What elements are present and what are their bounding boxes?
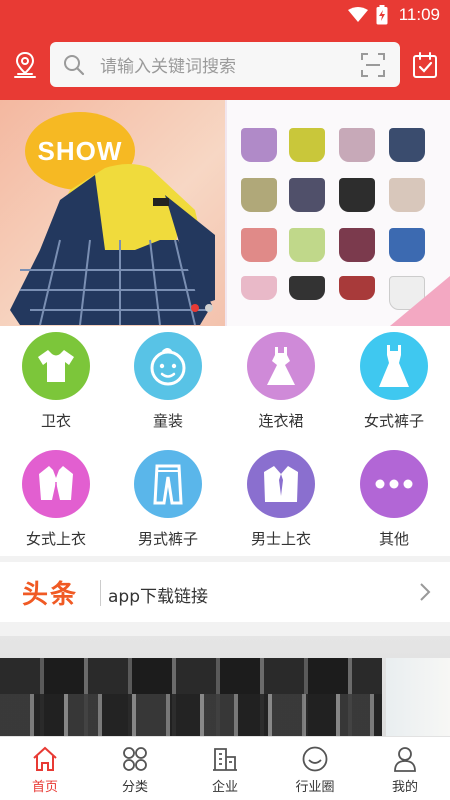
- tab-label: 我的: [391, 780, 418, 795]
- more-icon: [360, 450, 428, 518]
- garment-thumb: [241, 228, 277, 262]
- showroom-wall: [386, 658, 450, 736]
- category-item[interactable]: 卫衣: [0, 326, 112, 436]
- circle-icon: [302, 746, 328, 772]
- category-label: 其他: [378, 530, 409, 548]
- search-bar[interactable]: 请输入关键词搜索: [50, 42, 400, 87]
- status-time: 11:09: [398, 5, 440, 24]
- tab-label: 行业圈: [295, 780, 335, 795]
- garment-thumb: [289, 276, 325, 300]
- app-header: 请输入关键词搜索: [0, 30, 450, 100]
- tab-industry-circle[interactable]: 行业圈: [270, 737, 360, 800]
- carousel-dot[interactable]: [205, 304, 213, 312]
- garment-thumb: [389, 128, 425, 162]
- pants-icon: [134, 450, 202, 518]
- category-item[interactable]: 童装: [112, 326, 224, 436]
- photo-wall-lower: [0, 694, 382, 736]
- bottom-tab-bar: 首页 分类 企业 行业圈 我的: [0, 736, 450, 800]
- garment-thumb: [289, 128, 325, 162]
- category-label: 卫衣: [40, 412, 71, 430]
- category-label: 连衣裙: [258, 412, 304, 430]
- garment-thumb: [339, 128, 375, 162]
- category-item[interactable]: 女式上衣: [0, 444, 112, 554]
- news-ticker[interactable]: 头条 app下载链接: [0, 562, 450, 622]
- tab-category[interactable]: 分类: [90, 737, 180, 800]
- garment-thumb: [241, 128, 277, 162]
- tab-label: 首页: [31, 780, 58, 795]
- divider: [100, 580, 101, 606]
- search-input[interactable]: 请输入关键词搜索: [100, 52, 360, 77]
- mens-shirt-icon: [247, 450, 315, 518]
- carousel-dot[interactable]: [191, 304, 199, 312]
- tab-label: 分类: [121, 780, 148, 795]
- news-headline[interactable]: app下载链接: [108, 582, 208, 607]
- category-icon: [123, 747, 147, 771]
- dress-icon: [247, 332, 315, 400]
- tab-enterprise[interactable]: 企业: [180, 737, 270, 800]
- wifi-icon: [348, 7, 368, 22]
- garment-thumb: [339, 178, 375, 212]
- womens-jacket-icon: [22, 450, 90, 518]
- headline-logo: 头条: [22, 580, 79, 610]
- scan-icon[interactable]: [360, 52, 386, 78]
- location-pin-icon[interactable]: [10, 50, 40, 80]
- category-item[interactable]: 连衣裙: [225, 326, 337, 436]
- tab-profile[interactable]: 我的: [360, 737, 450, 800]
- tshirt-icon: [22, 332, 90, 400]
- garment-thumb: [339, 276, 375, 300]
- category-label: 童装: [152, 412, 183, 430]
- garment-thumb: [241, 178, 277, 212]
- category-label: 男式裤子: [137, 530, 198, 548]
- category-item[interactable]: 男式裤子: [112, 444, 224, 554]
- banner-image-garments: [225, 100, 450, 326]
- enterprise-icon: [213, 748, 237, 771]
- garment-thumb: [339, 228, 375, 262]
- category-grid: 卫衣 童装 连衣裙 女式裤子 女式上衣 男式裤子 男士上衣 其他: [0, 326, 450, 556]
- feature-image[interactable]: [0, 636, 450, 736]
- garment-thumb: [289, 178, 325, 212]
- category-label: 男士上衣: [250, 530, 311, 548]
- status-icons: [348, 5, 388, 25]
- home-icon: [33, 746, 57, 771]
- girls-dress-illustration: [10, 164, 215, 326]
- garment-thumb: [241, 276, 277, 300]
- battery-charging-icon: [376, 5, 388, 25]
- pink-corner-decoration: [390, 276, 450, 326]
- profile-icon: [394, 747, 416, 772]
- banner-image-show: SHOW: [0, 100, 225, 326]
- garment-thumb: [389, 178, 425, 212]
- baby-face-icon: [134, 332, 202, 400]
- chevron-right-icon[interactable]: [418, 582, 432, 602]
- banner-carousel[interactable]: SHOW: [0, 100, 450, 326]
- category-item[interactable]: 男士上衣: [225, 444, 337, 554]
- search-icon: [64, 54, 85, 75]
- category-item[interactable]: 其他: [338, 444, 450, 554]
- calendar-check-icon[interactable]: [410, 50, 440, 80]
- tab-home[interactable]: 首页: [0, 737, 90, 800]
- category-label: 女式上衣: [25, 530, 86, 548]
- category-label: 女式裤子: [363, 412, 424, 430]
- garment-thumb: [389, 228, 425, 262]
- status-bar: 11:09: [0, 0, 450, 30]
- tab-label: 企业: [211, 780, 238, 795]
- garment-thumb: [289, 228, 325, 262]
- category-item[interactable]: 女式裤子: [338, 326, 450, 436]
- gown-icon: [360, 332, 428, 400]
- carousel-dots: [191, 304, 213, 312]
